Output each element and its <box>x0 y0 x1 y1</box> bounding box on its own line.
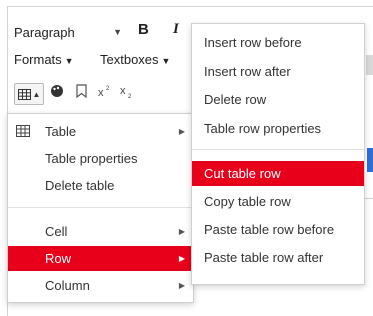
toolbar-overflow-edge <box>366 55 373 75</box>
svg-text:2: 2 <box>106 86 110 92</box>
menu-item-paste-table-row-before[interactable]: Paste table row before <box>192 217 364 242</box>
caret-down-icon: ▼ <box>64 56 74 66</box>
table-icon <box>17 88 31 100</box>
chevron-down-icon: ▼ <box>113 27 122 37</box>
formats-menu-button[interactable]: Formats ▼ <box>14 52 74 67</box>
chevron-right-icon: ▶ <box>178 254 185 263</box>
menu-item-delete-row[interactable]: Delete row <box>192 87 364 112</box>
caret-up-icon: ▲ <box>32 89 41 99</box>
table-menu: Table ▶ Table properties Delete table Ce… <box>7 113 194 303</box>
menu-separator <box>8 207 193 208</box>
chevron-right-icon: ▶ <box>178 127 185 136</box>
menu-item-paste-table-row-after[interactable]: Paste table row after <box>192 245 364 270</box>
menu-separator <box>192 149 364 150</box>
menu-item-label: Copy table row <box>204 194 291 209</box>
menu-item-label: Delete table <box>45 178 115 193</box>
menu-item-row[interactable]: Row ▶ <box>8 246 193 271</box>
menu-item-label: Insert row after <box>204 64 291 79</box>
italic-button[interactable]: I <box>173 21 179 38</box>
caret-down-icon: ▼ <box>161 56 171 66</box>
menu-item-label: Cut table row <box>204 166 281 181</box>
textboxes-menu-button[interactable]: Textboxes ▼ <box>100 52 170 67</box>
menu-item-insert-row-before[interactable]: Insert row before <box>192 30 364 55</box>
selection-highlight-edge <box>367 148 373 172</box>
menu-item-label: Row <box>45 251 72 266</box>
svg-text:x: x <box>98 87 104 98</box>
svg-text:2: 2 <box>128 94 132 98</box>
block-format-value: Paragraph <box>14 24 75 40</box>
menu-item-label: Paste table row before <box>204 222 335 237</box>
menu-item-table-row-properties[interactable]: Table row properties <box>192 116 364 141</box>
bold-button[interactable]: B <box>138 21 149 38</box>
menu-item-cut-table-row[interactable]: Cut table row <box>192 161 364 186</box>
superscript-icon[interactable]: x2 <box>98 84 112 101</box>
subscript-icon[interactable]: x2 <box>120 84 134 101</box>
menu-item-copy-table-row[interactable]: Copy table row <box>192 189 364 214</box>
formats-label: Formats <box>14 52 62 67</box>
menu-item-table-properties[interactable]: Table properties <box>8 146 193 171</box>
menu-item-column[interactable]: Column ▶ <box>8 273 193 298</box>
svg-text:x: x <box>120 85 126 97</box>
menu-item-table[interactable]: Table ▶ <box>8 119 193 144</box>
menu-item-insert-row-after[interactable]: Insert row after <box>192 59 364 84</box>
palette-icon[interactable] <box>50 84 64 101</box>
menu-item-label: Cell <box>45 224 68 239</box>
chevron-right-icon: ▶ <box>178 227 185 236</box>
table-icon <box>16 125 30 140</box>
menu-item-label: Delete row <box>204 92 267 107</box>
menu-item-label: Table <box>45 124 77 139</box>
table-menu-button[interactable]: ▲ <box>14 83 44 105</box>
textboxes-label: Textboxes <box>100 52 159 67</box>
bookmark-icon[interactable] <box>76 84 87 101</box>
menu-item-cell[interactable]: Cell ▶ <box>8 219 193 244</box>
menu-item-label: Table properties <box>45 151 138 166</box>
menu-item-label: Table row properties <box>204 121 322 136</box>
block-format-select[interactable]: Paragraph ▼ <box>14 20 126 44</box>
chevron-right-icon: ▶ <box>178 281 185 290</box>
menu-item-label: Column <box>45 278 90 293</box>
content-divider <box>365 198 373 199</box>
menu-item-delete-table[interactable]: Delete table <box>8 173 193 198</box>
menu-item-label: Paste table row after <box>204 250 324 265</box>
row-submenu: Insert row before Insert row after Delet… <box>191 23 365 285</box>
menu-item-label: Insert row before <box>204 35 302 50</box>
